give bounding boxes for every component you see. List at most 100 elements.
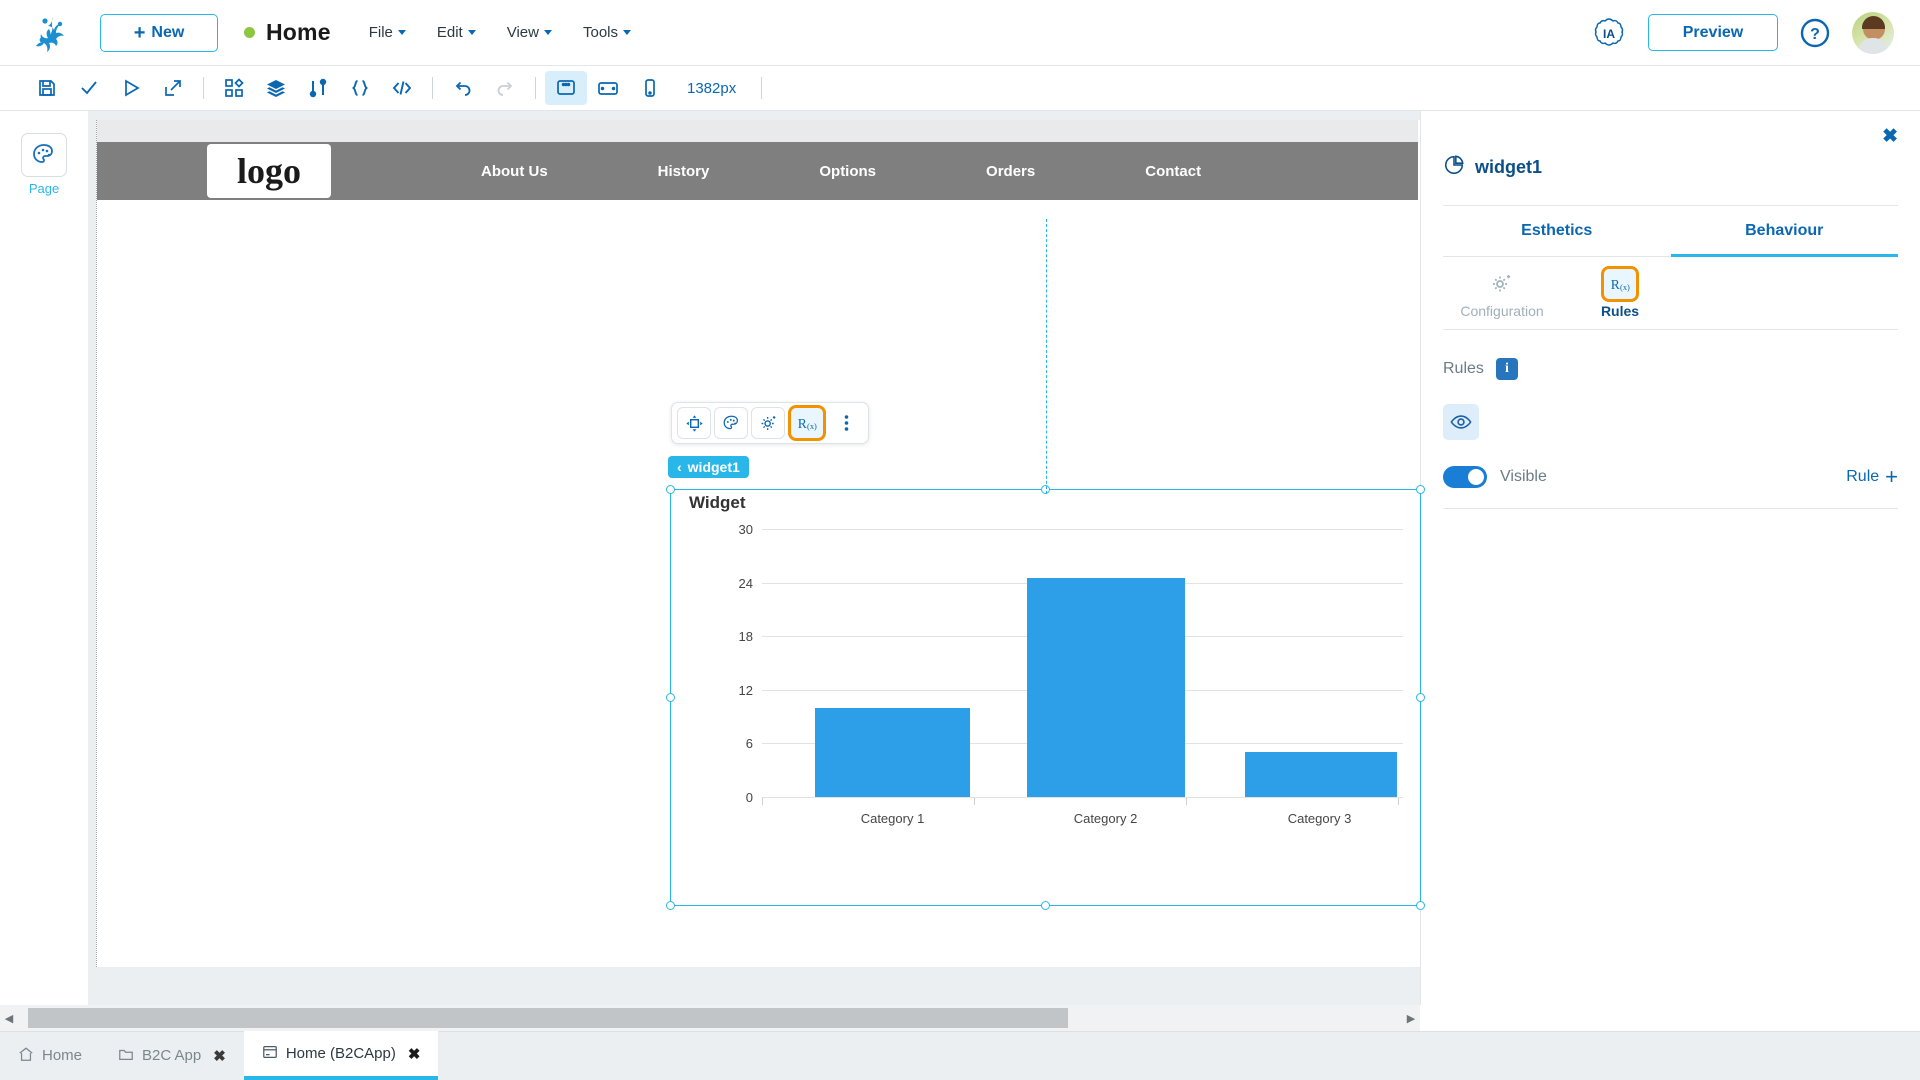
frog-logo-icon[interactable] xyxy=(26,13,80,53)
toolbar-divider xyxy=(535,77,536,99)
menu-tools[interactable]: Tools xyxy=(583,24,632,41)
resize-handle-top-left[interactable] xyxy=(666,485,675,494)
code-icon[interactable] xyxy=(381,71,423,105)
site-nav-links: About Us History Options Orders Contact xyxy=(481,163,1201,180)
publish-icon[interactable] xyxy=(152,71,194,105)
tab-behaviour[interactable]: Behaviour xyxy=(1670,206,1898,257)
svg-text:IA: IA xyxy=(1603,27,1615,41)
resize-handle-top-right[interactable] xyxy=(1416,485,1425,494)
palette-icon[interactable] xyxy=(714,407,748,439)
folder-icon xyxy=(118,1046,134,1066)
site-link-about-us[interactable]: About Us xyxy=(481,163,548,180)
toolbar-divider xyxy=(761,77,763,99)
resize-handle-top-center[interactable] xyxy=(1040,485,1050,494)
palette-icon xyxy=(21,133,67,177)
tablet-icon[interactable] xyxy=(587,71,629,105)
close-icon[interactable]: ✖ xyxy=(213,1047,226,1065)
tab-esthetics-label: Esthetics xyxy=(1521,222,1593,239)
menu-edit[interactable]: Edit xyxy=(437,24,476,41)
plus-icon: + xyxy=(1885,464,1898,489)
properties-panel-tabs: Esthetics Behaviour xyxy=(1443,206,1898,257)
menu-bar: File Edit View Tools xyxy=(369,24,632,41)
widget-selection-badge[interactable]: ‹ widget1 xyxy=(668,456,749,478)
close-icon[interactable]: ✖ xyxy=(1882,125,1898,148)
settings-icon[interactable] xyxy=(751,407,785,439)
subtab-rules[interactable]: R (x) Rules xyxy=(1561,266,1679,329)
left-rail: Page xyxy=(0,111,88,1005)
site-link-options[interactable]: Options xyxy=(819,163,876,180)
bottom-tab-home-b2capp[interactable]: Home (B2CApp) ✖ xyxy=(243,1031,439,1080)
preview-button[interactable]: Preview xyxy=(1648,14,1778,51)
viewport-size-label[interactable]: 1382px xyxy=(687,80,736,97)
question-mark-icon[interactable]: ? xyxy=(1800,18,1830,48)
resize-handle-bottom-left[interactable] xyxy=(666,901,675,910)
redo-icon[interactable] xyxy=(484,71,526,105)
save-icon[interactable] xyxy=(26,71,68,105)
scroll-left-arrow-icon[interactable]: ◀ xyxy=(0,1012,18,1025)
bottom-tab-home[interactable]: Home xyxy=(0,1031,100,1080)
site-logo[interactable]: logo xyxy=(207,144,331,198)
dataflow-icon[interactable] xyxy=(297,71,339,105)
chevron-down-icon xyxy=(623,30,632,35)
rule-visible-row: Visible Rule + xyxy=(1443,466,1898,488)
properties-panel-header: widget1 xyxy=(1443,154,1920,181)
site-link-contact[interactable]: Contact xyxy=(1145,163,1201,180)
resize-handle-middle-right[interactable] xyxy=(1416,692,1425,702)
resize-handle-bottom-center[interactable] xyxy=(1040,901,1050,910)
svg-text:R: R xyxy=(1611,277,1620,292)
bottom-tab-home-label: Home xyxy=(42,1047,83,1064)
new-button[interactable]: + New xyxy=(100,13,218,52)
widgets-icon[interactable] xyxy=(213,71,255,105)
rail-item-page[interactable]: Page xyxy=(18,133,70,196)
braces-icon[interactable] xyxy=(339,71,381,105)
menu-file[interactable]: File xyxy=(369,24,406,41)
tab-esthetics[interactable]: Esthetics xyxy=(1443,206,1671,257)
desktop-icon[interactable] xyxy=(545,71,587,105)
ia-badge-icon[interactable]: IA xyxy=(1592,16,1626,50)
scroll-right-arrow-icon[interactable]: ▶ xyxy=(1402,1012,1420,1025)
widget-selection-box xyxy=(666,485,1425,910)
tab-behaviour-label: Behaviour xyxy=(1745,222,1824,239)
visible-toggle[interactable] xyxy=(1443,466,1487,488)
resize-handle-middle-left[interactable] xyxy=(666,692,675,702)
resize-handle-bottom-right[interactable] xyxy=(1416,901,1425,910)
move-icon[interactable] xyxy=(677,407,711,439)
bottom-tab-b2c-app-label: B2C App xyxy=(142,1047,202,1064)
scrollbar-track[interactable] xyxy=(18,1008,1402,1028)
site-link-history[interactable]: History xyxy=(658,163,710,180)
kebab-menu-icon[interactable] xyxy=(829,407,863,439)
properties-panel-title: widget1 xyxy=(1475,157,1543,177)
visible-label: Visible xyxy=(1500,468,1547,485)
rules-rx-icon[interactable]: R (x) xyxy=(788,405,826,441)
svg-text:(x): (x) xyxy=(1620,282,1630,292)
bottom-tab-b2c-app[interactable]: B2C App ✖ xyxy=(100,1031,244,1080)
play-icon[interactable] xyxy=(110,71,152,105)
menu-view[interactable]: View xyxy=(507,24,552,41)
horizontal-scrollbar[interactable]: ◀ ▶ xyxy=(0,1005,1420,1031)
eye-icon[interactable] xyxy=(1443,404,1479,440)
check-icon[interactable] xyxy=(68,71,110,105)
preview-button-label: Preview xyxy=(1682,23,1744,41)
page-icon xyxy=(262,1044,278,1064)
layers-icon[interactable] xyxy=(255,71,297,105)
add-rule-label: Rule xyxy=(1846,468,1880,485)
home-icon xyxy=(18,1046,34,1066)
site-link-orders[interactable]: Orders xyxy=(986,163,1035,180)
scrollbar-thumb[interactable] xyxy=(28,1008,1068,1028)
subtab-rules-label: Rules xyxy=(1600,303,1640,319)
close-icon[interactable]: ✖ xyxy=(408,1045,421,1063)
widget-badge-label: widget1 xyxy=(687,459,740,475)
add-rule-button[interactable]: Rule + xyxy=(1846,466,1898,488)
undo-icon[interactable] xyxy=(442,71,484,105)
settings-sparkle-icon xyxy=(1443,267,1561,301)
rules-label: Rules xyxy=(1443,360,1484,377)
chevron-down-icon xyxy=(397,30,406,35)
svg-text:(x): (x) xyxy=(807,421,817,431)
canvas-area: logo About Us History Options Orders Con… xyxy=(88,111,1426,1005)
rules-rx-icon: R (x) xyxy=(1601,266,1639,302)
avatar[interactable] xyxy=(1852,11,1894,54)
mobile-icon[interactable] xyxy=(629,71,671,105)
properties-panel-subtabs: Configuration R (x) Rules xyxy=(1443,257,1898,330)
subtab-configuration[interactable]: Configuration xyxy=(1443,267,1561,329)
info-icon[interactable]: i xyxy=(1495,358,1518,380)
